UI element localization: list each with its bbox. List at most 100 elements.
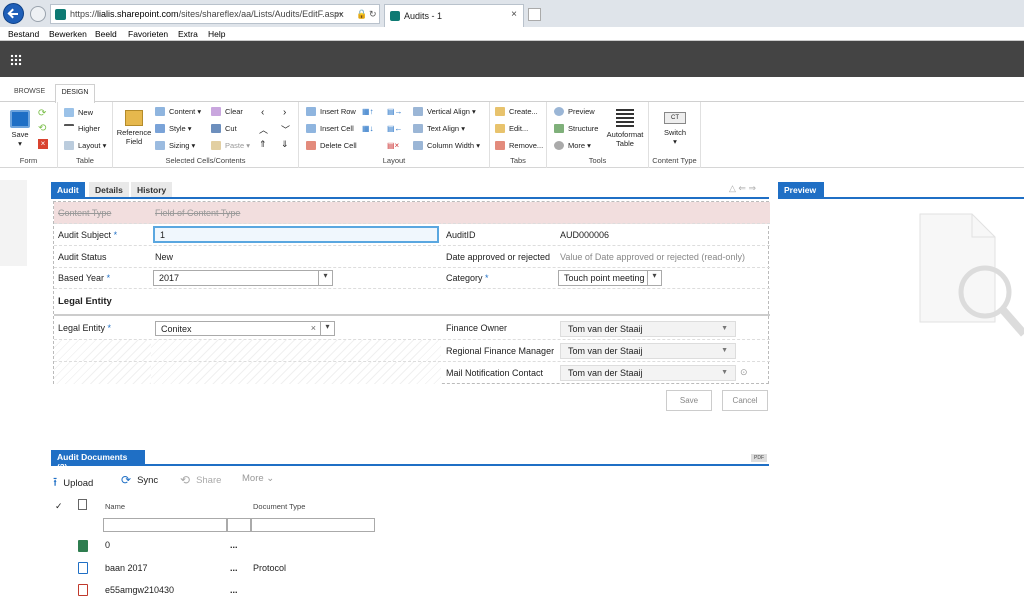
- cut-button[interactable]: Cut: [211, 124, 237, 133]
- ellipsis-menu-icon[interactable]: ...: [230, 585, 238, 595]
- audit-subject-label: Audit Subject *: [58, 229, 118, 240]
- app-launcher-icon[interactable]: [10, 54, 22, 66]
- documents-tab[interactable]: Audit Documents (3): [51, 450, 145, 472]
- paste-button[interactable]: Paste ▾: [211, 141, 250, 150]
- refresh-icon[interactable]: ↻: [369, 9, 377, 20]
- chevron-down-icon[interactable]: ﹀: [281, 123, 290, 136]
- chevron-up-icon[interactable]: ︿: [259, 123, 268, 136]
- filter-name-input[interactable]: [103, 518, 227, 532]
- column-header-name[interactable]: Name: [105, 502, 125, 511]
- tab-audit[interactable]: Audit: [51, 182, 85, 197]
- insert-below-icon[interactable]: ▦↓: [362, 124, 374, 133]
- document-name[interactable]: baan 2017: [105, 563, 148, 573]
- preview-button[interactable]: Preview: [554, 107, 595, 116]
- ellipsis-menu-icon[interactable]: ...: [230, 540, 238, 550]
- remove-tab-button[interactable]: Remove...: [495, 141, 543, 150]
- save-ribbon-button[interactable]: Save ▾: [6, 110, 34, 148]
- info-icon[interactable]: ⊙: [740, 367, 748, 378]
- tab-navigation-icons[interactable]: △ ⇐ ⇒: [729, 183, 756, 194]
- insert-right-icon[interactable]: ▤→: [387, 107, 403, 116]
- menu-favorieten[interactable]: Favorieten: [128, 29, 168, 39]
- address-bar[interactable]: https://lialis.sharepoint.com/sites/shar…: [50, 4, 380, 24]
- sync-button[interactable]: ⟳ Sync: [121, 473, 158, 487]
- arrow-left-icon[interactable]: ‹: [261, 107, 264, 118]
- document-row[interactable]: 0 ...: [78, 538, 378, 552]
- document-row[interactable]: e55amgw210430 ...: [78, 583, 378, 597]
- vertical-align-button[interactable]: Vertical Align ▾: [413, 107, 476, 116]
- regional-fm-select[interactable]: Tom van der Staaij ▼: [560, 343, 736, 359]
- edit-tab-button[interactable]: Edit...: [495, 124, 528, 133]
- insert-above-icon[interactable]: ▦↑: [362, 107, 374, 116]
- menu-extra[interactable]: Extra: [178, 29, 198, 39]
- structure-button[interactable]: Structure: [554, 124, 598, 133]
- double-chevron-up-icon[interactable]: ⇑: [259, 139, 267, 150]
- column-width-button[interactable]: Column Width ▾: [413, 141, 480, 150]
- save-button[interactable]: Save: [666, 390, 712, 411]
- layout-table-button[interactable]: Layout ▾: [64, 141, 106, 150]
- delete-cell-button[interactable]: Delete Cell: [306, 141, 357, 150]
- document-name[interactable]: 0: [105, 540, 110, 550]
- chevron-down-icon[interactable]: ▾: [320, 322, 334, 335]
- double-chevron-down-icon[interactable]: ⇓: [281, 139, 289, 150]
- upload-button[interactable]: ⭱ Upload: [53, 473, 93, 494]
- sizing-button[interactable]: Sizing ▾: [155, 141, 195, 150]
- autoformat-table-button[interactable]: Autoformat Table: [604, 109, 646, 148]
- audit-subject-input[interactable]: 1: [153, 226, 439, 243]
- chevron-down-icon[interactable]: ▾: [318, 271, 332, 285]
- forward-button[interactable]: [30, 6, 46, 22]
- chevron-down-icon[interactable]: ▾: [647, 271, 661, 285]
- close-tab-icon[interactable]: ×: [511, 9, 517, 20]
- audit-status-label: Audit Status: [58, 251, 107, 262]
- legal-entity-select[interactable]: Conitex × ▾: [155, 321, 335, 336]
- pdf-badge[interactable]: PDF: [751, 454, 767, 462]
- delete-column-icon[interactable]: ▤×: [387, 141, 399, 150]
- close-icon[interactable]: ×: [38, 139, 48, 149]
- menu-beeld[interactable]: Beeld: [95, 29, 117, 39]
- category-select[interactable]: Touch point meeting ▾: [558, 270, 662, 286]
- tab-browse[interactable]: BROWSE: [14, 88, 45, 95]
- document-row[interactable]: baan 2017 ... Protocol: [78, 561, 378, 575]
- menu-help[interactable]: Help: [208, 29, 225, 39]
- arrow-right-icon[interactable]: ›: [283, 107, 286, 118]
- text-align-button[interactable]: Text Align ▾: [413, 124, 465, 133]
- more-tools-button[interactable]: More ▾: [554, 141, 591, 150]
- menu-bestand[interactable]: Bestand: [8, 29, 39, 39]
- insert-left-icon[interactable]: ▤←: [387, 124, 403, 133]
- filter-blank-input[interactable]: [227, 518, 251, 532]
- new-table-button[interactable]: New: [64, 108, 93, 117]
- redo-icon[interactable]: ⟳: [38, 108, 46, 119]
- filter-type-input[interactable]: [251, 518, 375, 532]
- ellipsis-menu-icon[interactable]: ...: [230, 563, 238, 573]
- based-year-select[interactable]: 2017 ▾: [153, 270, 333, 286]
- mail-contact-select[interactable]: Tom van der Staaij ▼: [560, 365, 736, 381]
- higher-button[interactable]: Higher: [64, 124, 100, 133]
- document-name[interactable]: e55amgw210430: [105, 585, 174, 595]
- back-button[interactable]: [3, 3, 24, 24]
- cancel-button[interactable]: Cancel: [722, 390, 768, 411]
- search-icon[interactable]: ⌕▾: [334, 9, 343, 20]
- undo-icon[interactable]: ⟲: [38, 123, 46, 134]
- column-header-document-type[interactable]: Document Type: [253, 502, 305, 511]
- tab-details[interactable]: Details: [89, 182, 129, 197]
- clear-icon[interactable]: ×: [311, 323, 316, 333]
- content-button[interactable]: Content ▾: [155, 107, 201, 116]
- form-row: Legal Entity: [54, 289, 770, 316]
- auditid-value: AUD000006: [560, 229, 610, 240]
- switch-content-type-button[interactable]: CT Switch ▾: [655, 112, 695, 146]
- insert-row-button[interactable]: Insert Row: [306, 107, 356, 116]
- create-tab-button[interactable]: Create...: [495, 107, 538, 116]
- tab-history[interactable]: History: [131, 182, 173, 197]
- reference-field-button[interactable]: Reference Field: [116, 110, 152, 146]
- share-button[interactable]: ⟲ Share: [180, 473, 221, 487]
- more-button[interactable]: More ⌄: [242, 473, 274, 484]
- browser-tab[interactable]: Audits - 1 ×: [384, 4, 524, 27]
- new-tab-button[interactable]: [528, 8, 541, 21]
- finance-owner-select[interactable]: Tom van der Staaij ▼: [560, 321, 736, 337]
- insert-cell-button[interactable]: Insert Cell: [306, 124, 354, 133]
- field-header: Field of Content Type: [155, 207, 241, 218]
- clear-button[interactable]: Clear: [211, 107, 243, 116]
- select-all-check-icon[interactable]: ✓: [55, 501, 63, 512]
- tab-design[interactable]: DESIGN: [55, 84, 95, 103]
- menu-bewerken[interactable]: Bewerken: [49, 29, 87, 39]
- style-button[interactable]: Style ▾: [155, 124, 192, 133]
